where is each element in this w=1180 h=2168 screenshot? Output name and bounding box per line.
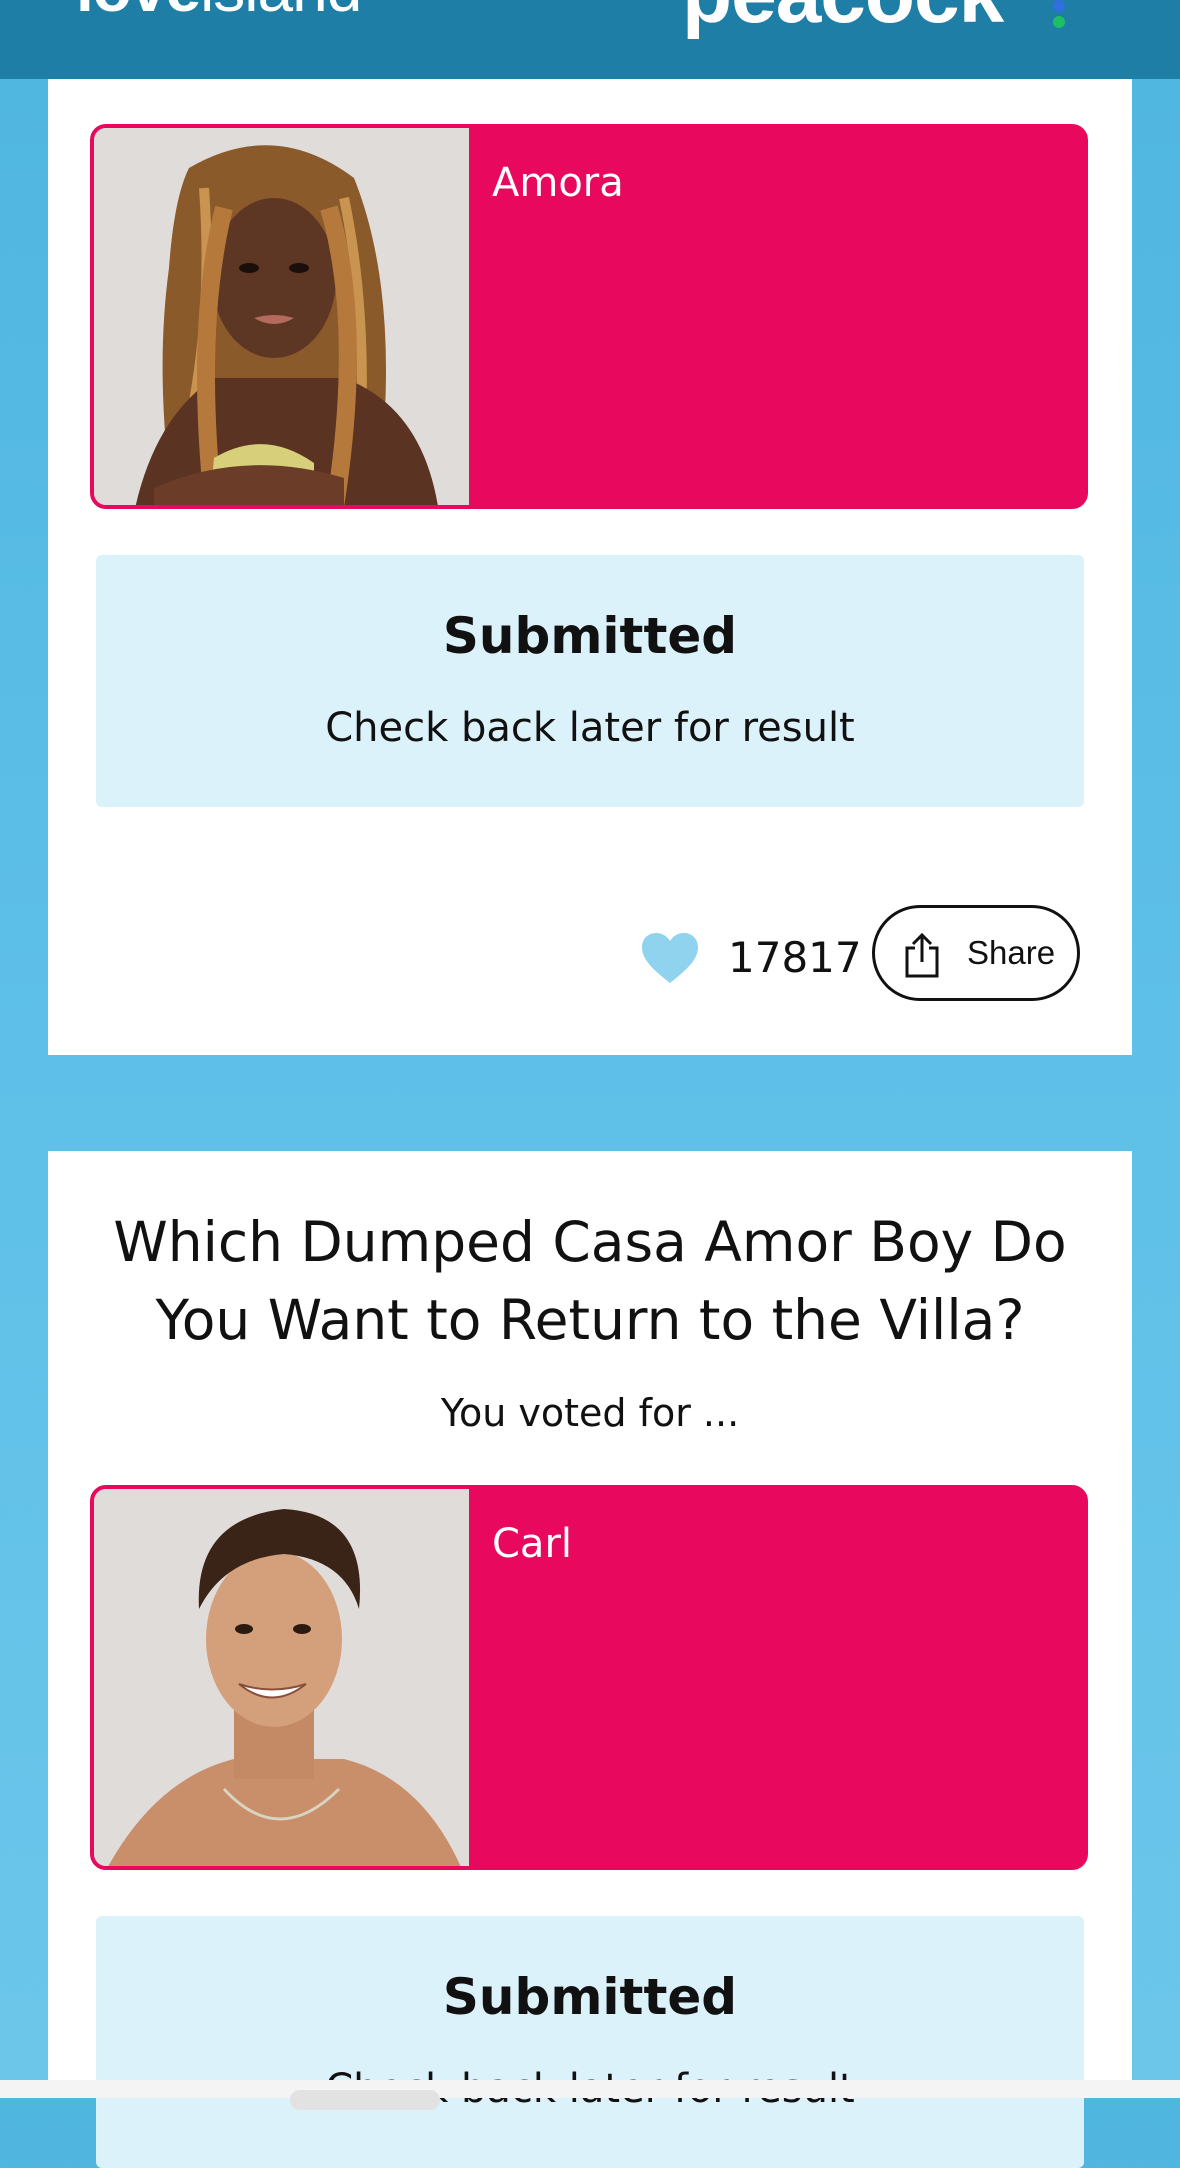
poll-card-1: Amora Submitted Check back later for res… — [48, 79, 1132, 1055]
peacock-logo: peacock — [682, 0, 1004, 42]
poll-question: Which Dumped Casa Amor Boy Do You Want t… — [113, 1210, 1067, 1352]
heart-icon[interactable] — [642, 933, 698, 985]
contestant-name: Amora — [492, 160, 624, 206]
voted-for-label: You voted for ... — [440, 1391, 740, 1435]
share-label: Share — [967, 934, 1056, 971]
poll-actions: 17817 Share — [48, 905, 1132, 1005]
like-count: 17817 — [728, 933, 862, 982]
status-title: Submitted — [442, 607, 738, 665]
love-island-logo: loveisland — [76, 0, 362, 26]
poll-card-2: Which Dumped Casa Amor Boy Do You Want t… — [48, 1151, 1132, 2168]
contestant-photo-amora — [94, 128, 469, 505]
submission-status-box: Submitted Check back later for result — [96, 1916, 1084, 2168]
browser-bottom-bar — [0, 2080, 1180, 2098]
share-button[interactable]: Share — [872, 905, 1080, 1001]
submission-status-box: Submitted Check back later for result — [96, 555, 1084, 807]
contestant-photo-carl — [94, 1489, 469, 1866]
peacock-dots-icon — [1053, 0, 1067, 30]
selected-contestant-card[interactable]: Amora — [90, 124, 1088, 509]
selected-contestant-card[interactable]: Carl — [90, 1485, 1088, 1870]
status-subtitle: Check back later for result — [325, 705, 855, 751]
app-header: loveisland peacock — [0, 0, 1180, 79]
status-title: Submitted — [442, 1968, 738, 2026]
home-indicator — [290, 2090, 440, 2110]
contestant-name: Carl — [492, 1521, 572, 1567]
share-icon — [905, 932, 939, 978]
